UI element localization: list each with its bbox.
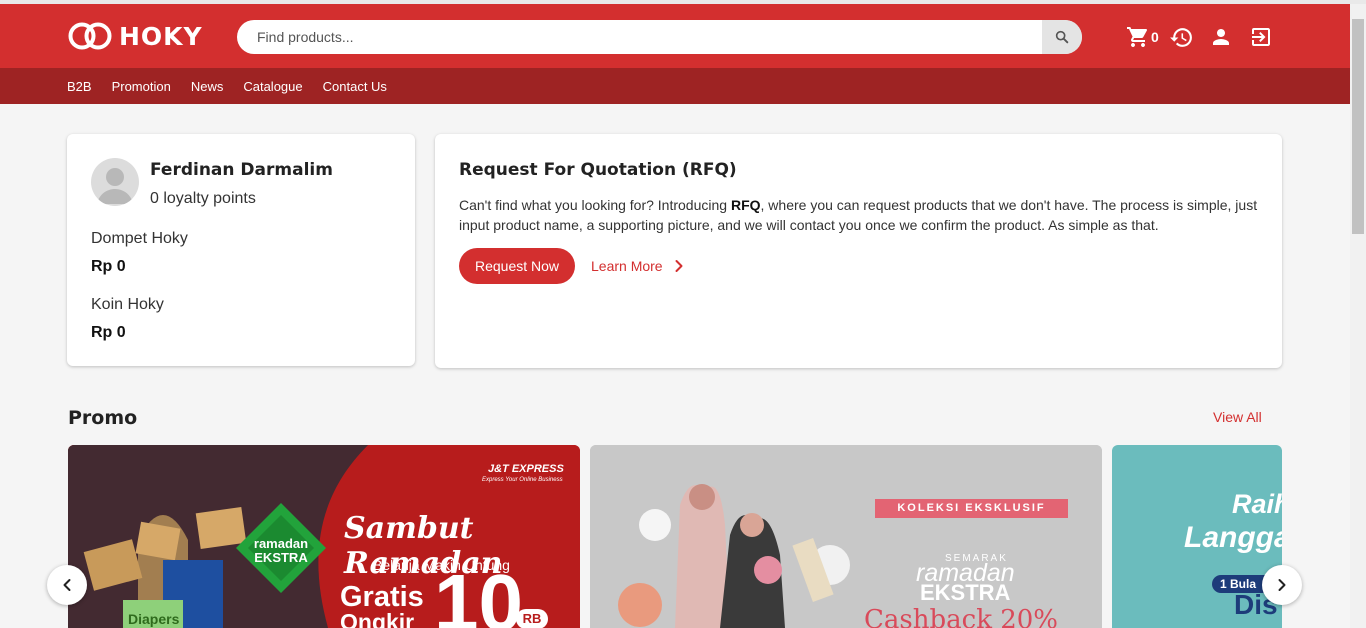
chevron-left-icon: [63, 579, 71, 591]
search-bar: [237, 20, 1082, 54]
category-nav: B2B Promotion News Catalogue Contact Us: [0, 68, 1350, 104]
jnt-logo-text: J&T EXPRESS: [488, 463, 564, 475]
cart-count-badge: 0: [1151, 29, 1159, 45]
rfq-desc-intro: Can't find what you looking for? Introdu…: [459, 197, 731, 213]
nav-item-catalogue[interactable]: Catalogue: [243, 79, 302, 94]
scrollbar-thumb[interactable]: [1352, 19, 1364, 234]
jnt-tagline: Express Your Online Business: [482, 477, 563, 483]
search-input[interactable]: [237, 20, 1042, 54]
search-icon: [1055, 30, 1069, 44]
view-all-link[interactable]: View All: [1213, 409, 1262, 425]
coin-label: Koin Hoky: [91, 296, 164, 313]
carousel-next-button[interactable]: [1262, 565, 1302, 605]
ramadan-badge: ramadan EKSTRA: [253, 536, 309, 565]
loyalty-points: 0 loyalty points: [150, 190, 256, 207]
carousel-prev-button[interactable]: [47, 565, 87, 605]
product-label: Diapers: [128, 611, 180, 627]
search-button[interactable]: [1042, 20, 1082, 54]
profile-card: Ferdinan Darmalim 0 loyalty points Dompe…: [67, 134, 415, 366]
chevron-right-icon: [1278, 579, 1286, 591]
chevron-right-icon: [675, 260, 683, 272]
account-icon: [1213, 29, 1229, 45]
promo-section-title: Promo: [68, 407, 138, 429]
avatar[interactable]: [91, 158, 139, 206]
promo-banner-fashion[interactable]: KOLEKSI EKSKLUSIF SEMARAK ramadan EKSTRA…: [590, 445, 1102, 628]
rfq-desc-bold: RFQ: [730, 197, 761, 213]
history-button[interactable]: [1169, 24, 1194, 50]
nav-item-promotion[interactable]: Promotion: [112, 79, 171, 94]
logo[interactable]: HOKY: [67, 20, 203, 52]
cart-icon: [1127, 27, 1148, 47]
learn-more-label: Learn More: [591, 258, 663, 274]
offer-unit: RB: [516, 609, 548, 628]
page-scrollbar[interactable]: [1350, 4, 1366, 628]
learn-more-link[interactable]: Learn More: [591, 248, 689, 284]
wallet-balance: Rp 0: [91, 258, 126, 275]
hoky-logo-icon: [68, 22, 112, 50]
account-button[interactable]: [1209, 24, 1233, 50]
header: HOKY 0: [0, 4, 1350, 68]
promo-banner-jnt[interactable]: J&T EXPRESS Express Your Online Business…: [68, 445, 580, 628]
user-name: Ferdinan Darmalim: [150, 160, 333, 180]
history-icon: [1170, 27, 1192, 47]
nav-item-b2b[interactable]: B2B: [67, 79, 92, 94]
offer-value: 10: [434, 558, 523, 628]
rfq-title: Request For Quotation (RFQ): [459, 160, 737, 180]
ekstra-text: EKSTRA: [920, 580, 1011, 605]
rfq-card: Request For Quotation (RFQ) Can't find w…: [435, 134, 1282, 368]
nav-item-contact-us[interactable]: Contact Us: [323, 79, 387, 94]
user-avatar-icon: [97, 168, 133, 204]
banner-fashion-graphic: [590, 445, 1102, 628]
coin-balance: Rp 0: [91, 324, 126, 341]
cashback-text: Cashback 20%: [864, 605, 1058, 628]
logo-text: HOKY: [119, 21, 203, 51]
nav-item-news[interactable]: News: [191, 79, 224, 94]
logout-button[interactable]: [1249, 24, 1273, 50]
offer-line2: Ongkir: [340, 609, 415, 628]
koleksi-tag: KOLEKSI EKSKLUSIF: [875, 499, 1068, 518]
logout-icon: [1252, 28, 1270, 46]
rfq-description: Can't find what you looking for? Introdu…: [459, 195, 1259, 235]
request-now-button[interactable]: Request Now: [459, 248, 575, 284]
cart-button[interactable]: 0: [1126, 24, 1159, 50]
promo-banner-subscription[interactable]: Raih Langga 1 Bula Dis: [1112, 445, 1282, 628]
langganan-text: Langga: [1184, 521, 1282, 554]
raih-text: Raih: [1232, 489, 1282, 519]
wallet-label: Dompet Hoky: [91, 230, 188, 247]
jnt-brand: J&T EXPRESS: [488, 459, 564, 477]
